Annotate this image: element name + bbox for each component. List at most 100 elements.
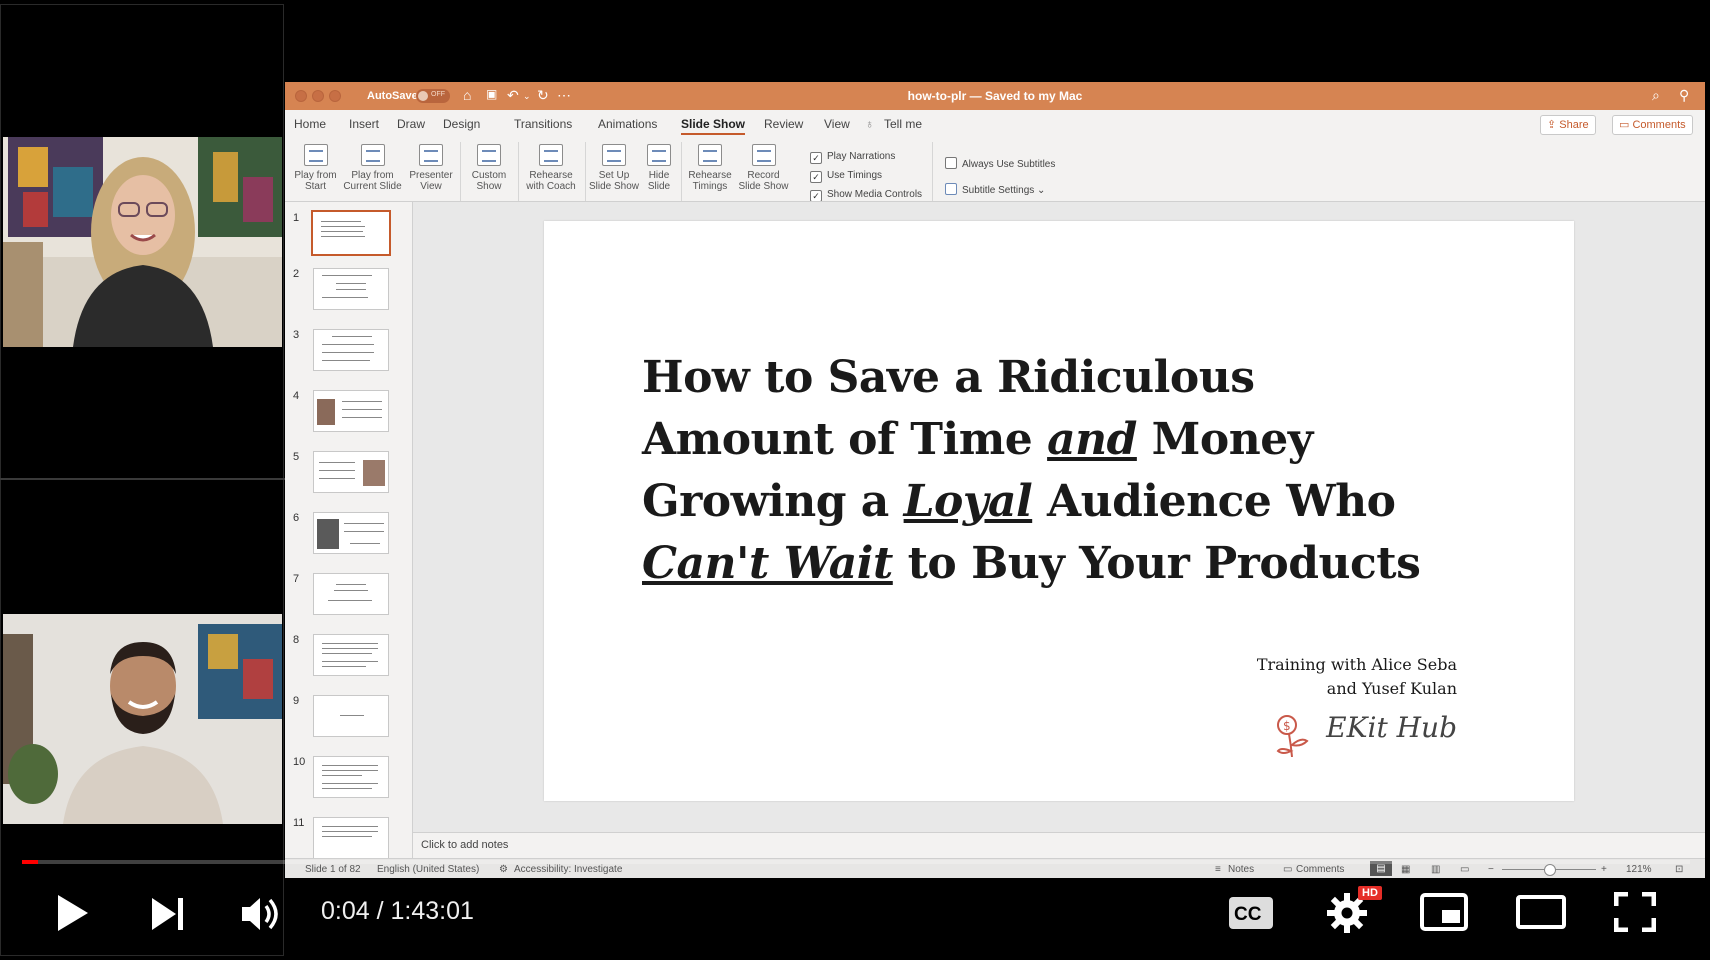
- credit-line-2: and Yusef Kulan: [1326, 679, 1457, 698]
- setup-icon: [602, 144, 626, 166]
- thumb-number: 11: [293, 817, 305, 829]
- miniplayer-button[interactable]: [1420, 893, 1468, 931]
- zoom-slider-thumb[interactable]: [1544, 864, 1556, 876]
- checkbox-unchecked-icon: [945, 157, 957, 169]
- thumb-number: 10: [293, 756, 306, 768]
- timings-icon: [698, 144, 722, 166]
- tab-view[interactable]: View: [824, 117, 850, 131]
- tab-home[interactable]: Home: [294, 117, 326, 131]
- slide-thumbnail[interactable]: [313, 573, 389, 615]
- zoom-in-icon[interactable]: +: [1601, 864, 1607, 875]
- hide-slide-button[interactable]: Hide Slide: [641, 144, 677, 192]
- set-up-label-2: Slide Show: [588, 181, 640, 192]
- webcam-man-image: [3, 614, 282, 824]
- svg-text:CC: CC: [1234, 904, 1262, 925]
- slide-sorter-icon[interactable]: ▦: [1401, 864, 1410, 875]
- title-bar: AutoSave OFF ⌂ ▣ ↶ ⌄ ↻ ⋯ how-to-plr — Sa…: [285, 82, 1705, 110]
- zoom-out-icon[interactable]: −: [1488, 864, 1494, 875]
- subtitle-settings-dropdown[interactable]: Subtitle Settings ⌄: [945, 183, 1045, 196]
- chevron-down-icon: ⌄: [1037, 185, 1046, 196]
- tab-transitions[interactable]: Transitions: [514, 117, 572, 131]
- slide-thumbnail[interactable]: [313, 817, 389, 858]
- title-line-2a: Amount of Time: [642, 414, 1048, 465]
- notes-pane[interactable]: Click to add notes: [413, 832, 1705, 859]
- slide-thumbnail[interactable]: [313, 390, 389, 432]
- rehearse-timings-button[interactable]: Rehearse Timings: [685, 144, 735, 192]
- slide-thumbnail[interactable]: [313, 329, 389, 371]
- set-up-slide-show-button[interactable]: Set Up Slide Show: [587, 144, 641, 192]
- ribbon-separator: [460, 142, 461, 202]
- tab-tell-me[interactable]: Tell me: [884, 117, 922, 131]
- notes-placeholder: Click to add notes: [421, 839, 509, 851]
- slide-thumbnail[interactable]: [313, 756, 389, 798]
- fullscreen-button[interactable]: [1614, 892, 1656, 932]
- custom-show-icon: [477, 144, 501, 166]
- title-emphasis-and: and: [1047, 414, 1137, 465]
- use-timings-label: Use Timings: [827, 170, 883, 181]
- current-slide[interactable]: How to Save a Ridiculous Amount of Time …: [544, 221, 1574, 801]
- tab-slide-show[interactable]: Slide Show: [681, 117, 746, 135]
- slide-thumbnail[interactable]: [313, 451, 389, 493]
- comments-button[interactable]: ▭ Comments: [1612, 115, 1693, 135]
- play-from-start-label-2: Start: [304, 181, 327, 192]
- reading-view-icon[interactable]: ▥: [1431, 864, 1440, 875]
- thumb-number: 1: [293, 212, 300, 224]
- presenter-view-button[interactable]: Presenter View: [406, 144, 456, 192]
- slide-show-view-icon[interactable]: ▭: [1460, 864, 1469, 875]
- rehearse-coach-button[interactable]: Rehearse with Coach: [522, 144, 580, 192]
- language[interactable]: English (United States): [377, 864, 479, 875]
- slide-title[interactable]: How to Save a Ridiculous Amount of Time …: [642, 347, 1522, 595]
- thumb-number: 8: [293, 634, 300, 646]
- tab-animations[interactable]: Animations: [598, 117, 657, 131]
- rehearse-timings-label-1: Rehearse: [688, 170, 732, 181]
- play-from-current-button[interactable]: Play from Current Slide: [340, 144, 405, 192]
- profile-icon[interactable]: ⚲: [1679, 87, 1689, 104]
- thumb-number: 3: [293, 329, 300, 341]
- tab-review[interactable]: Review: [764, 117, 803, 131]
- slide-credit[interactable]: Training with Alice Seba and Yusef Kulan: [1257, 653, 1457, 701]
- ribbon-separator: [518, 142, 519, 202]
- slide-thumbnail[interactable]: [313, 268, 389, 310]
- fit-slide-icon[interactable]: ⊡: [1675, 864, 1683, 875]
- slide-thumbnail[interactable]: [313, 512, 389, 554]
- tab-draw[interactable]: Draw: [397, 117, 425, 131]
- title-line-3c: Audience Who: [1032, 476, 1396, 527]
- slide-thumbnails-panel[interactable]: 1 2 3 4 5 6 7 8 9 10 11: [285, 202, 413, 858]
- subtitle-settings-label: Subtitle Settings: [962, 185, 1035, 196]
- tab-design[interactable]: Design: [443, 117, 480, 131]
- thumb-number: 2: [293, 268, 300, 280]
- custom-show-button[interactable]: Custom Show: [464, 144, 514, 192]
- play-narrations-checkbox[interactable]: ✓ Play Narrations: [810, 151, 895, 164]
- record-label-1: Record: [747, 170, 780, 181]
- accessibility-status[interactable]: Accessibility: Investigate: [514, 864, 622, 875]
- notes-icon: ≡: [1215, 864, 1221, 875]
- tab-insert[interactable]: Insert: [349, 117, 379, 131]
- comments-toggle[interactable]: Comments: [1296, 864, 1344, 875]
- share-button[interactable]: ⇪ Share: [1540, 115, 1596, 135]
- ribbon-tabs: Home Insert Draw Design Transitions Anim…: [285, 110, 1705, 136]
- video-time-display: 0:04 / 1:43:01: [321, 897, 474, 925]
- title-line-3a: Growing a: [642, 476, 904, 527]
- always-use-subtitles-checkbox[interactable]: Always Use Subtitles: [945, 157, 1055, 170]
- captions-button[interactable]: CC: [1228, 896, 1274, 930]
- record-slide-show-button[interactable]: Record Slide Show: [736, 144, 791, 192]
- slide-thumbnail[interactable]: [313, 634, 389, 676]
- webcam-feed-host: [3, 137, 282, 347]
- zoom-level[interactable]: 121%: [1626, 864, 1652, 875]
- always-subtitles-label: Always Use Subtitles: [962, 159, 1056, 170]
- hide-slide-label-1: Hide: [648, 170, 670, 181]
- ribbon-separator: [932, 142, 933, 202]
- play-from-start-button[interactable]: Play from Start: [293, 144, 338, 192]
- search-icon[interactable]: ⌕: [1652, 87, 1660, 104]
- accessibility-icon: ⚙: [499, 864, 508, 875]
- custom-show-label-1: Custom: [471, 170, 507, 181]
- video-progress-bar[interactable]: [22, 860, 1690, 864]
- next-button[interactable]: [150, 896, 186, 932]
- use-timings-checkbox[interactable]: ✓ Use Timings: [810, 170, 882, 183]
- slide-thumbnail[interactable]: [311, 210, 391, 256]
- play-button[interactable]: [54, 893, 90, 933]
- theater-mode-button[interactable]: [1516, 895, 1566, 929]
- notes-toggle[interactable]: Notes: [1228, 864, 1254, 875]
- volume-button[interactable]: [240, 894, 284, 934]
- slide-thumbnail[interactable]: [313, 695, 389, 737]
